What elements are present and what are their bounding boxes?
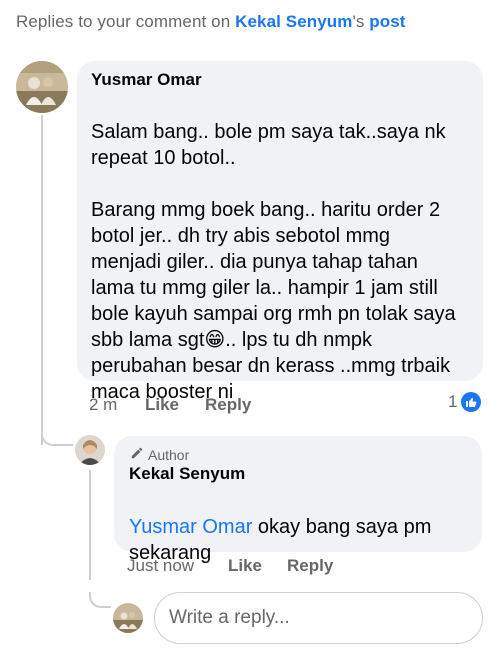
reply-input-placeholder: Write a reply...: [169, 607, 290, 628]
post-link[interactable]: post: [369, 12, 405, 31]
comment-line: sbb lama sgt😁.. lps tu dh nmpk: [91, 327, 456, 353]
author-tag: Author: [130, 446, 189, 463]
comment-line: menjadi giler.. dia punya tahap tahan: [91, 251, 418, 273]
reaction-count: 1: [448, 392, 458, 411]
reply-like-button[interactable]: Like: [228, 556, 262, 576]
reply-thread-line: [89, 470, 91, 580]
reply-timestamp: Just now: [127, 556, 195, 575]
comment-line: lama tu mmg giler la.. hampir 1 jam stil…: [91, 277, 438, 299]
page-avatar[interactable]: [75, 435, 105, 465]
page-name-link[interactable]: Kekal Senyum: [235, 12, 352, 31]
comment-line: bole kayuh sampai org rmh pn tolak saya: [91, 303, 456, 325]
reply-line: Yusmar Omar okay bang saya pm: [129, 514, 431, 540]
reply-label: Reply: [205, 395, 252, 414]
comment-line: [91, 171, 456, 197]
comment-line: repeat 10 botol..: [91, 147, 236, 169]
comment-timestamp: 2 m: [89, 395, 118, 414]
comment-line: Barang mmg boek bang.. haritu order 2: [91, 199, 441, 221]
comment-line: botol jer.. dh try abis sebotol mmg: [91, 225, 391, 247]
reply-input[interactable]: Write a reply...: [154, 592, 483, 644]
comment-line-text: .. lps tu dh nmpk: [225, 329, 372, 351]
grin-emoji-icon: 😁: [204, 329, 226, 351]
reply-thread-connector: [89, 592, 111, 608]
pencil-icon: [130, 446, 144, 463]
commenter-avatar[interactable]: [16, 61, 68, 113]
comment-line-text: sbb lama sgt: [91, 329, 205, 351]
comment-line: Salam bang.. bole pm saya tak..saya nk: [91, 121, 446, 143]
notification-header: Replies to your comment on Kekal Senyum'…: [16, 12, 406, 32]
comment-line: perubahan besar dn kerass ..mmg trbaik: [91, 355, 451, 377]
comment-text: Salam bang.. bole pm saya tak..saya nk re…: [91, 93, 456, 431]
author-tag-label: Author: [148, 446, 190, 463]
mention-link[interactable]: Yusmar Omar: [129, 516, 252, 538]
reply-reply-button[interactable]: Reply: [287, 556, 333, 576]
comment-like-button[interactable]: Like: [145, 395, 179, 415]
like-label: Like: [228, 556, 263, 575]
reply-label: Reply: [287, 556, 334, 575]
header-possessive: 's: [352, 12, 370, 31]
thumbs-up-icon: [461, 392, 482, 412]
reply-text: Yusmar Omar okay bang saya pm sekarang: [129, 488, 431, 592]
thread-connector: [41, 430, 73, 446]
comment-reply-button[interactable]: Reply: [205, 395, 251, 415]
current-user-avatar: [113, 603, 143, 633]
reaction-summary[interactable]: 1: [448, 392, 482, 412]
like-label: Like: [145, 395, 180, 414]
comment-author-name[interactable]: Yusmar Omar: [91, 70, 202, 90]
thread-line: [41, 115, 43, 445]
reply-author-name[interactable]: Kekal Senyum: [129, 464, 245, 484]
reply-line-text: okay bang saya pm: [252, 516, 432, 538]
header-prefix: Replies to your comment on: [16, 12, 236, 31]
